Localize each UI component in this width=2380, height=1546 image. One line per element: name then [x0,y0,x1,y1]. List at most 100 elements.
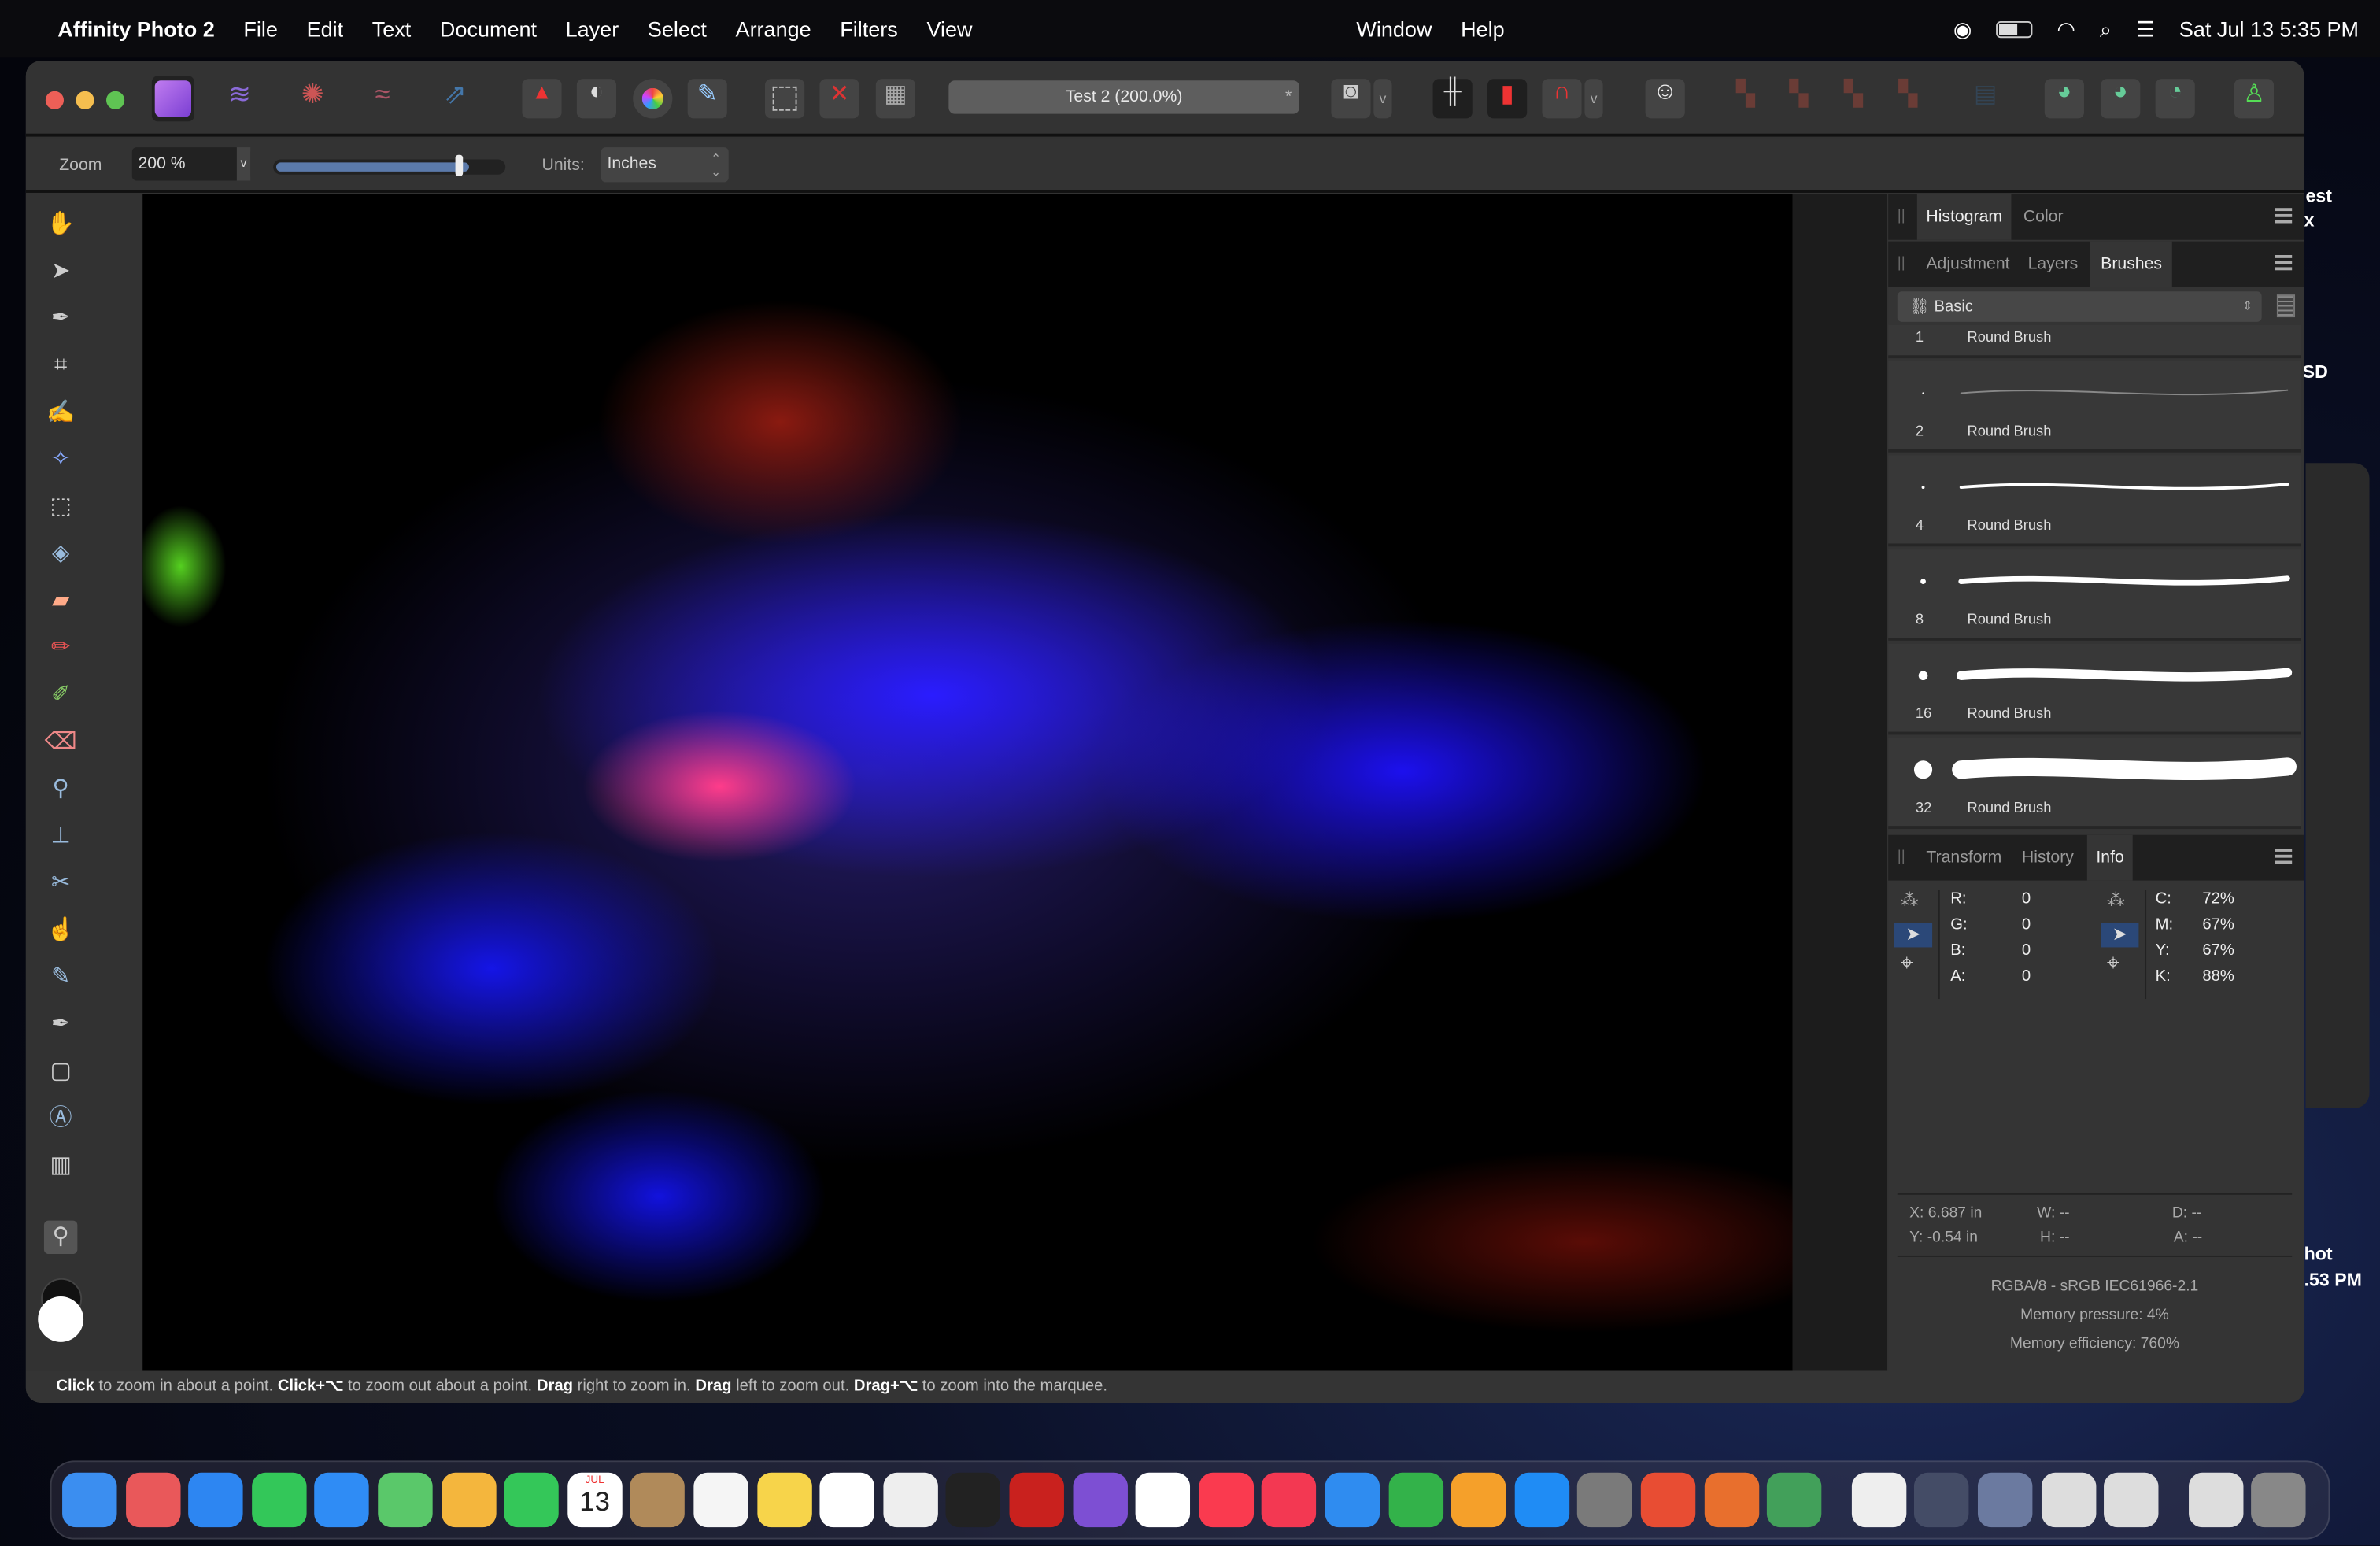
panel-menu-icon[interactable] [2275,255,2293,271]
clock[interactable]: Sat Jul 13 5:35 PM [2179,17,2359,41]
dock-chrome[interactable] [1135,1472,1191,1528]
hand-tool-icon[interactable]: ✋ [44,208,77,241]
tab-color[interactable]: Color [2014,194,2072,240]
levels-icon[interactable]: ▲ [522,79,562,119]
dock-music[interactable] [1199,1472,1254,1528]
menu-select[interactable]: Select [648,17,707,41]
dock-affinity-photo-2[interactable] [1072,1472,1128,1528]
minimize-button[interactable] [76,91,94,109]
quick-mask-icon[interactable]: ◙ [1331,79,1371,119]
brush-preset[interactable]: 2 Round Brush [1888,361,2301,453]
dock-quicktime[interactable] [1914,1472,1970,1528]
menu-filters[interactable]: Filters [840,17,898,41]
clone-tool-icon[interactable]: ⊥ [44,819,77,853]
menu-file[interactable]: File [243,17,278,41]
control-center-icon[interactable]: ☰ [2136,16,2155,42]
panel-menu-icon[interactable] [2275,849,2293,864]
selection-brush-tool-icon[interactable]: ✍ [44,396,77,429]
dock-trash[interactable] [2251,1472,2307,1528]
red-eye-tool-icon[interactable]: ✎ [44,961,77,994]
dock-photos[interactable] [441,1472,496,1528]
blemish-tool-icon[interactable]: ✂ [44,867,77,900]
auto-contrast-icon[interactable]: ◐ [576,79,617,119]
arrange-forward-icon[interactable]: ▚ [1834,79,1873,118]
dock-facetime[interactable] [504,1472,560,1528]
grip-icon[interactable]: || [1898,835,1905,881]
menu-arrange[interactable]: Arrange [736,17,811,41]
pen-tool-icon[interactable]: ✒ [44,1008,77,1041]
dock-contacts[interactable] [630,1472,686,1528]
arrange-backward-icon[interactable]: ▚ [1779,79,1818,118]
tab-adjustment[interactable]: Adjustment [1917,242,2019,287]
force-pixel-alignment-icon[interactable]: ▮ [1488,79,1528,119]
brush-list-view-icon[interactable] [2276,294,2296,318]
units-select[interactable]: Inches ⌃ ⌄ [601,147,729,183]
document-title[interactable]: Test 2 (200.0%) * [948,80,1299,114]
dock-tv[interactable] [946,1472,1001,1528]
dock-safari[interactable] [188,1472,243,1528]
deselect-icon[interactable]: ✕ [819,79,859,119]
app-menu[interactable]: Affinity Photo 2 [57,17,214,41]
dock-preview[interactable] [1851,1472,1906,1528]
zoom-value-field[interactable]: 200 % v [131,147,251,181]
auto-white-balance-icon[interactable]: ✎ [687,79,727,119]
dock-mail[interactable] [314,1472,370,1528]
develop-persona-icon[interactable]: ✺ [293,79,332,118]
primary-color-swatch[interactable] [38,1296,84,1342]
zoom-dropdown-icon[interactable]: v [236,147,251,181]
desktop-label[interactable]: x [2304,209,2315,231]
zoom-slider[interactable] [273,154,506,176]
color-replacement-tool-icon[interactable]: ✐ [44,679,77,712]
search-icon[interactable]: ⌕ [2100,16,2112,42]
cursor-source-icon[interactable]: ➤ [2101,923,2139,948]
menu-document[interactable]: Document [440,17,537,41]
dock-maps[interactable] [378,1472,433,1528]
panel-menu-icon[interactable] [2275,208,2293,224]
crop-tool-icon[interactable]: ⌗ [44,350,77,383]
close-button[interactable] [45,91,65,109]
desktop-label[interactable]: hot [2304,1244,2333,1265]
dodge-tool-icon[interactable]: ⚲ [44,773,77,806]
screen-record-icon[interactable]: ◉ [1953,16,1972,42]
menu-view[interactable]: View [926,17,972,41]
document-canvas[interactable] [142,194,1793,1371]
flood-fill-tool-icon[interactable]: ◈ [44,538,77,571]
smudge-tool-icon[interactable]: ☝ [44,914,77,947]
dock-toolbox-powerpoint[interactable] [1704,1472,1759,1528]
rectangle-tool-icon[interactable]: ▢ [44,1055,77,1088]
grip-icon[interactable]: || [1898,242,1905,287]
tab-layers[interactable]: Layers [2019,242,2087,287]
liquify-persona-icon[interactable]: ≋ [220,79,260,118]
dock-finder[interactable] [62,1472,117,1528]
align-icon[interactable]: ▤ [1966,79,2005,118]
brush-preset[interactable]: 16 Round Brush [1888,643,2301,735]
tab-info[interactable]: Info [2086,834,2134,881]
dock-textedit[interactable] [883,1472,938,1528]
arrange-back-icon[interactable]: ▚ [1726,79,1765,118]
dock-reminders[interactable] [693,1472,748,1528]
target-picker-icon[interactable]: ⌖ [2107,950,2119,976]
menu-layer[interactable]: Layer [566,17,619,41]
move-tool-icon[interactable]: ➤ [44,255,77,288]
arrange-front-icon[interactable]: ▚ [1888,79,1927,118]
select-all-icon[interactable] [765,79,805,119]
dock-documents[interactable] [2041,1472,2096,1528]
snapping-dropdown[interactable]: v [1584,79,1603,119]
intersect-boolean-icon[interactable]: ◔ [2155,79,2195,119]
desktop-label[interactable]: SD [2303,361,2328,383]
zoom-tool-icon[interactable]: ⚲ [43,1220,78,1255]
dock-notes[interactable] [756,1472,812,1528]
menu-edit[interactable]: Edit [307,17,344,41]
auto-colors-icon[interactable] [633,79,673,119]
brush-preset[interactable]: 1 Round Brush [1888,324,2301,359]
battery-icon[interactable] [1996,20,2033,38]
tab-histogram[interactable]: Histogram [1916,194,2012,240]
tab-history[interactable]: History [2012,835,2082,881]
dock-news[interactable] [1262,1472,1317,1528]
mesh-warp-tool-icon[interactable]: ▥ [44,1149,77,1182]
erase-tool-icon[interactable]: ⌫ [44,726,77,759]
snapping-magnet-icon[interactable]: ∩ [1542,79,1582,119]
flood-select-tool-icon[interactable]: ✧ [44,443,77,476]
desktop-label[interactable]: .53 PM [2304,1269,2362,1290]
dock-screenshot[interactable] [1977,1472,2033,1528]
